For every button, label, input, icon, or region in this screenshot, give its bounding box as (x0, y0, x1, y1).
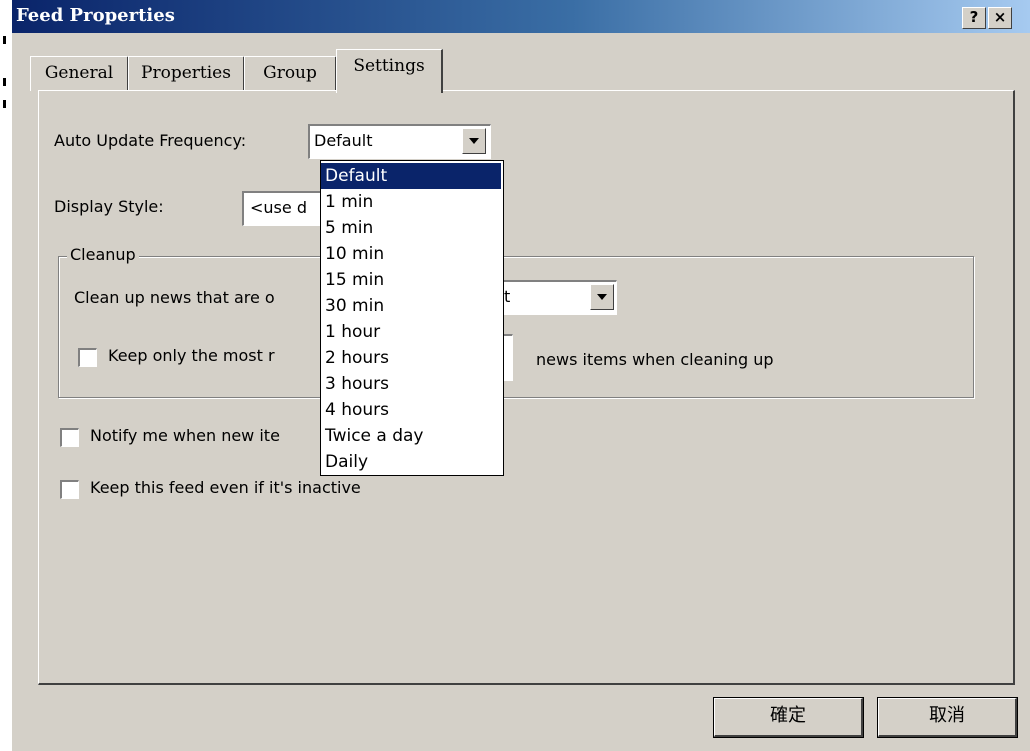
edge-artifact (3, 36, 6, 44)
dropdown-option[interactable]: Twice a day (321, 423, 501, 449)
keep-most-label: Keep only the most r (108, 346, 275, 365)
display-style-label: Display Style: (54, 197, 164, 216)
dropdown-option[interactable]: 5 min (321, 215, 501, 241)
display-style-value: <use d (250, 198, 307, 217)
dropdown-option[interactable]: 3 hours (321, 371, 501, 397)
title-bar[interactable]: Feed Properties ? × (12, 0, 1030, 33)
keep-inactive-label: Keep this feed even if it's inactive (90, 478, 361, 497)
window-title: Feed Properties (16, 5, 175, 26)
chevron-down-icon[interactable] (462, 128, 486, 154)
tab-properties[interactable]: Properties (128, 56, 245, 91)
auto-update-dropdown-list[interactable]: Default 1 min 5 min 10 min 15 min 30 min… (320, 160, 504, 476)
auto-update-value: Default (314, 131, 373, 150)
notify-label: Notify me when new ite (90, 426, 280, 445)
edge-artifact (3, 100, 6, 108)
chevron-down-icon[interactable] (590, 284, 614, 310)
tab-settings[interactable]: Settings (336, 49, 443, 93)
auto-update-combo[interactable]: Default (308, 124, 491, 159)
help-button[interactable]: ? (962, 7, 986, 29)
dropdown-option[interactable]: 30 min (321, 293, 501, 319)
cleanup-legend: Cleanup (67, 245, 139, 264)
tab-general[interactable]: General (30, 56, 129, 91)
cleanup-group: Cleanup (58, 245, 974, 398)
edge-artifact (3, 78, 6, 86)
dropdown-option[interactable]: Daily (321, 449, 501, 475)
cleanup-label: Clean up news that are o (74, 288, 275, 307)
feed-properties-window: Feed Properties ? × General Properties G… (12, 0, 1030, 751)
auto-update-label: Auto Update Frequency: (54, 131, 247, 150)
dropdown-option[interactable]: 1 hour (321, 319, 501, 345)
keep-inactive-checkbox[interactable] (60, 480, 79, 499)
cleanup-value: t (504, 287, 511, 306)
keep-most-suffix: news items when cleaning up (536, 350, 774, 369)
notify-checkbox[interactable] (60, 428, 79, 447)
cancel-button[interactable]: 取消 (878, 698, 1017, 737)
close-button[interactable]: × (988, 7, 1012, 29)
dropdown-option[interactable]: 1 min (321, 189, 501, 215)
tab-group[interactable]: Group (244, 56, 337, 91)
dropdown-option[interactable]: 10 min (321, 241, 501, 267)
dropdown-option[interactable]: 4 hours (321, 397, 501, 423)
keep-most-checkbox[interactable] (78, 348, 97, 367)
dropdown-option[interactable]: 15 min (321, 267, 501, 293)
dropdown-option[interactable]: 2 hours (321, 345, 501, 371)
dropdown-option-default[interactable]: Default (321, 163, 501, 189)
ok-button[interactable]: 確定 (714, 698, 863, 737)
